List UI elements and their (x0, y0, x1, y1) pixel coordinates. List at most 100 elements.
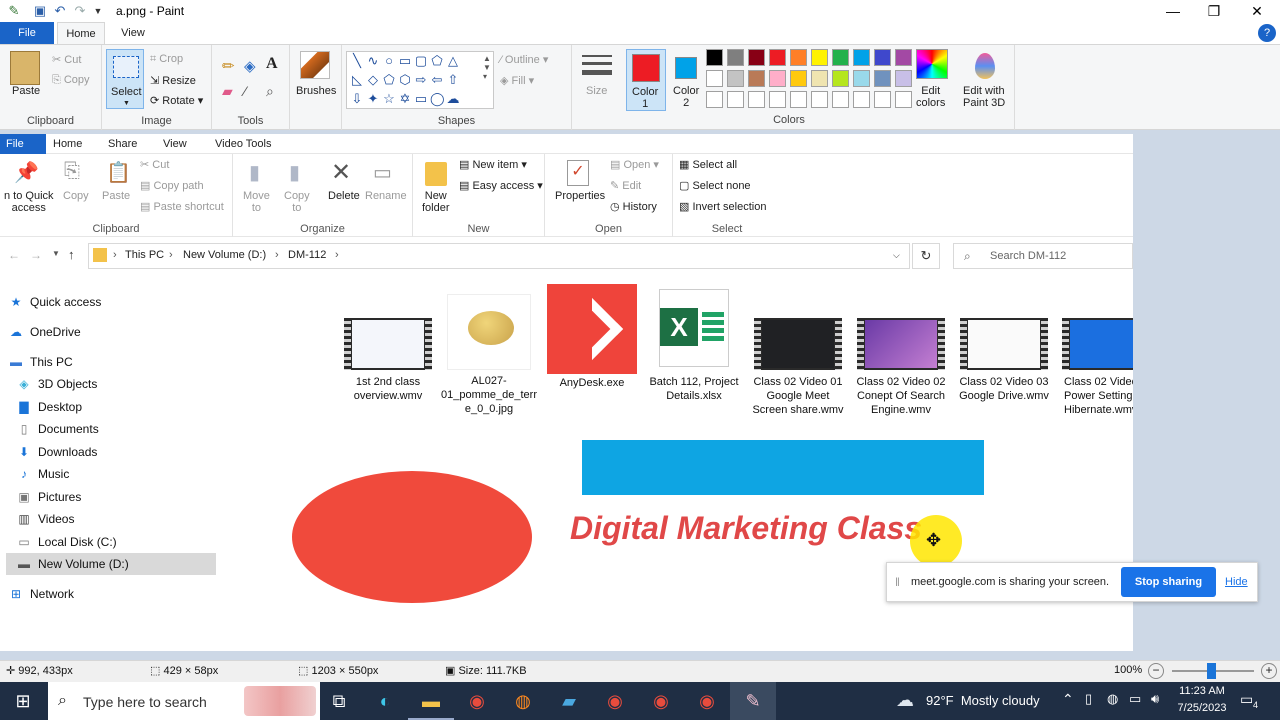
tab-view[interactable]: View (110, 22, 156, 44)
explorer-tab-share[interactable]: Share (108, 134, 137, 154)
pencil-icon[interactable]: ✏ (222, 57, 235, 75)
palette-swatch[interactable] (748, 70, 765, 87)
zoom-slider-thumb[interactable] (1207, 663, 1216, 679)
maximize-button[interactable]: ❐ (1191, 0, 1237, 22)
palette-swatch[interactable] (811, 49, 828, 66)
six-point-star-icon[interactable]: ✡ (398, 92, 412, 106)
rectangle-shape-icon[interactable]: ▭ (398, 54, 412, 68)
move-to-button[interactable]: Move to (243, 190, 270, 214)
palette-swatch[interactable] (832, 49, 849, 66)
explorer-tab-video-tools[interactable]: Video Tools (215, 134, 271, 154)
shapes-gallery[interactable]: ╲ ∿ ○ ▭ ▢ ⬠ △ ◺ ◇ ⬠ ⬡ ⇨ ⇦ ⇧ ⇩ ✦ ☆ ✡ ▭ ◯ … (346, 51, 494, 109)
magnifier-icon[interactable]: ⌕ (266, 83, 274, 100)
copy-icon[interactable]: ⎘ (64, 160, 80, 183)
hexagon-shape-icon[interactable]: ⬡ (398, 73, 412, 87)
forward-icon[interactable]: → (30, 248, 42, 262)
breadcrumb-new-volume[interactable]: New Volume (D:) (183, 249, 266, 261)
custom-color-slot[interactable] (811, 91, 828, 108)
explorer-tab-view[interactable]: View (163, 134, 187, 154)
nav-network[interactable]: ⊞ Network (8, 583, 74, 605)
nav-this-pc[interactable]: ▬ This PC (8, 351, 73, 373)
text-tool-icon[interactable]: A (266, 55, 278, 73)
palette-swatch[interactable] (706, 49, 723, 66)
fill-bucket-icon[interactable]: ◈ (244, 57, 256, 75)
tray-chevron-icon[interactable]: ⌃ (1062, 691, 1074, 708)
weather-text[interactable]: 92°F Mostly cloudy (926, 693, 1040, 708)
line-shape-icon[interactable]: ╲ (350, 54, 364, 68)
palette-swatch[interactable] (706, 70, 723, 87)
open-button[interactable]: ▤ Open ▾ (610, 158, 659, 171)
file-item[interactable]: Class 02 Video Power Setting Hibernate.w… (1060, 282, 1133, 417)
hide-link[interactable]: Hide (1225, 576, 1248, 588)
stop-sharing-button[interactable]: Stop sharing (1121, 567, 1216, 597)
explorer-tab-home[interactable]: Home (53, 134, 82, 154)
rename-button[interactable]: Rename (365, 190, 407, 202)
palette-swatch[interactable] (853, 70, 870, 87)
app-icon[interactable]: ▰ (546, 682, 592, 720)
resize-button[interactable]: ⇲ Resize (150, 74, 196, 87)
help-icon[interactable]: ? (1258, 24, 1276, 42)
address-dropdown-icon[interactable]: ⌵ (893, 250, 900, 261)
tab-file[interactable]: File (0, 22, 54, 44)
undo-icon[interactable]: ↶ (52, 3, 68, 19)
palette-swatch[interactable] (853, 49, 870, 66)
nav-new-volume-d[interactable]: ▬ New Volume (D:) (16, 553, 129, 575)
copy-to-icon[interactable]: ▮ (289, 160, 300, 185)
cloud-callout-icon[interactable]: ☁ (446, 92, 460, 106)
select-all-button[interactable]: ▦ Select all (679, 158, 737, 171)
network-icon[interactable]: ▭ (1129, 691, 1141, 707)
up-icon[interactable]: ↑ (68, 247, 75, 262)
custom-color-slot[interactable] (706, 91, 723, 108)
taskbar-search-box[interactable]: ⌕ Type here to search (48, 682, 320, 720)
edit-button[interactable]: ✎ Edit (610, 179, 641, 192)
nav-music[interactable]: ♪ Music (16, 463, 69, 485)
address-box[interactable]: › This PC › New Volume (D:) › DM-112 › ⌵ (88, 243, 910, 269)
paste-button[interactable]: Paste (12, 85, 40, 97)
tab-home[interactable]: Home (57, 22, 105, 44)
brushes-button[interactable]: Brushes (296, 85, 336, 97)
palette-swatch[interactable] (895, 70, 912, 87)
notification-icon[interactable]: ▭ (1240, 691, 1253, 708)
paste-icon[interactable] (10, 51, 40, 85)
clock-time[interactable]: 11:23 AM (1174, 685, 1230, 697)
four-point-star-icon[interactable]: ✦ (366, 92, 380, 106)
explorer-paste-button[interactable]: Paste (102, 190, 130, 202)
palette-swatch[interactable] (769, 70, 786, 87)
rounded-rectangle-icon[interactable]: ▢ (414, 54, 428, 68)
edit-colors-icon[interactable] (916, 49, 948, 79)
clock-date[interactable]: 7/25/2023 (1174, 702, 1230, 714)
file-item[interactable]: Class 02 Video 02 Conept Of Search Engin… (853, 282, 949, 417)
right-arrow-icon[interactable]: ⇨ (414, 73, 428, 87)
crop-button[interactable]: ⌗ Crop (150, 53, 183, 66)
pin-to-quick-access-button[interactable]: n to Quick access (4, 190, 54, 214)
properties-icon[interactable]: ✓ (567, 160, 589, 186)
palette-swatch[interactable] (769, 49, 786, 66)
paste-clipboard-icon[interactable]: 📋 (106, 160, 131, 185)
palette-swatch[interactable] (727, 70, 744, 87)
nav-pictures[interactable]: ▣ Pictures (16, 486, 81, 508)
palette-swatch[interactable] (874, 49, 891, 66)
refresh-button[interactable]: ↻ (912, 243, 940, 269)
breadcrumb-this-pc[interactable]: This PC (125, 249, 164, 261)
cut-button[interactable]: ✂ Cut (52, 53, 81, 66)
chrome-icon[interactable]: ◉ (454, 682, 500, 720)
down-arrow-icon[interactable]: ⇩ (350, 92, 364, 106)
nav-desktop[interactable]: ▇ Desktop (16, 396, 82, 418)
back-icon[interactable]: ← (8, 248, 20, 262)
custom-color-slot[interactable] (832, 91, 849, 108)
curve-shape-icon[interactable]: ∿ (366, 54, 380, 68)
pentagon-shape-icon[interactable]: ⬠ (382, 73, 396, 87)
file-item[interactable]: AnyDesk.exe (544, 284, 640, 390)
explorer-copy-button[interactable]: Copy (63, 190, 89, 202)
easy-access-button[interactable]: ▤ Easy access ▾ (459, 179, 543, 192)
copy-path-button[interactable]: ▤ Copy path (140, 179, 204, 192)
custom-color-slot[interactable] (748, 91, 765, 108)
oval-shape-icon[interactable]: ○ (382, 54, 396, 68)
edit-with-paint3d-button[interactable]: Edit with Paint 3D (963, 85, 1005, 109)
delete-button[interactable]: Delete (328, 190, 360, 202)
zoom-out-button[interactable]: − (1148, 663, 1164, 679)
tray-meet-icon[interactable]: ◍ (1107, 691, 1118, 707)
custom-color-slot[interactable] (727, 91, 744, 108)
task-view-icon[interactable]: ⧉ (316, 682, 362, 720)
properties-button[interactable]: Properties (555, 190, 605, 202)
